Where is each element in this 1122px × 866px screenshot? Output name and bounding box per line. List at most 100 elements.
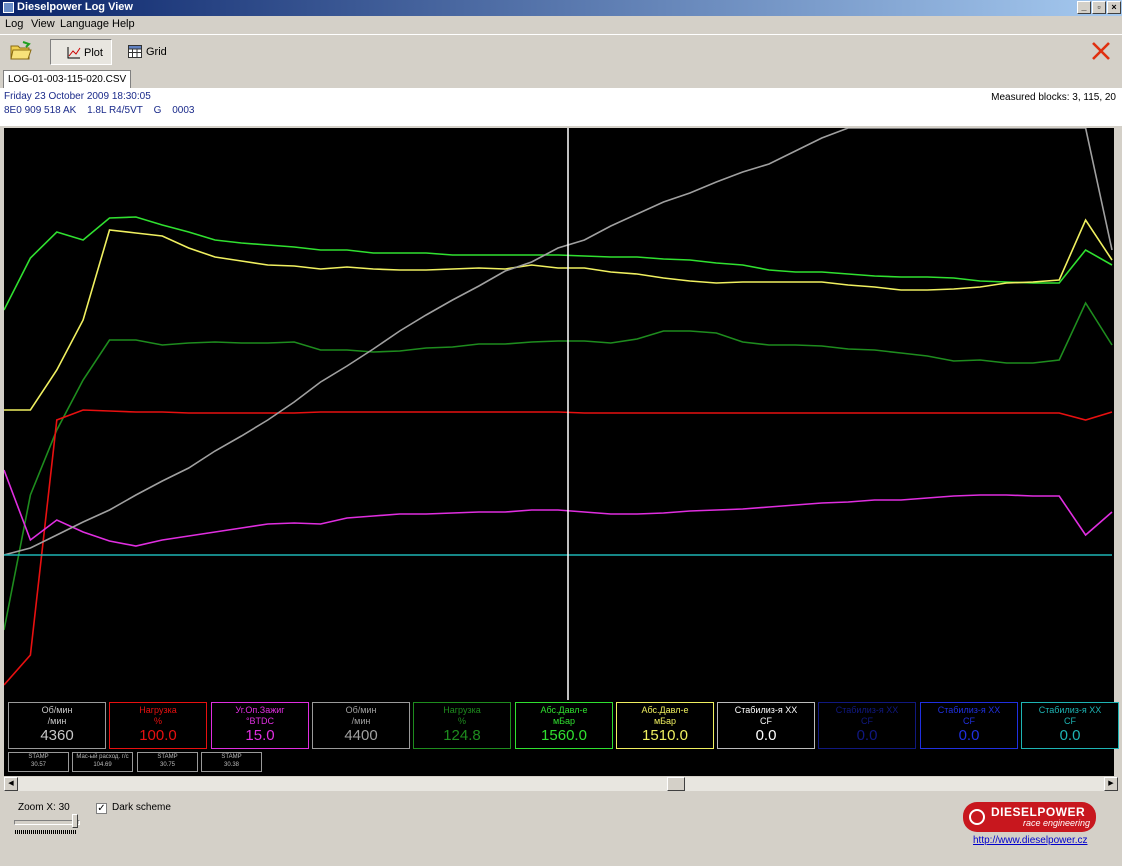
gauge-label: Об/мин xyxy=(41,705,73,715)
scroll-right-button[interactable]: ▶ xyxy=(1104,777,1118,791)
engine-type: 1.8L R4/5VT xyxy=(87,105,143,116)
gauge-idle-stab-3: Стабилиз-я XX CF 0.0 xyxy=(920,702,1018,749)
gauge-value: 0.0 xyxy=(856,727,878,744)
gauge-label: /мин xyxy=(47,716,67,726)
open-log-button[interactable] xyxy=(6,39,36,65)
scroll-thumb[interactable] xyxy=(667,777,685,791)
stamp-box: STAMP 30.75 xyxy=(137,752,198,772)
grid-button[interactable]: Grid xyxy=(122,39,172,65)
gauge-label: Абс.Давл-е xyxy=(641,705,689,715)
logo-title: DIESELPOWER xyxy=(991,805,1086,819)
series-line-4 xyxy=(3,469,1113,547)
gauge-idle-stab-4: Стабилиз-я XX CF 0.0 xyxy=(1021,702,1119,749)
plot-chart[interactable] xyxy=(3,127,1114,776)
close-log-icon[interactable] xyxy=(1090,40,1112,62)
gauge-label: Абс.Давл-е xyxy=(540,705,588,715)
logo-turbo-icon xyxy=(969,809,985,825)
maximize-button[interactable]: ▫ xyxy=(1092,1,1106,14)
stamp-box: Мас-ый расход. г/с 104.69 xyxy=(72,752,133,772)
close-window-button[interactable]: × xyxy=(1107,1,1121,14)
minimize-button[interactable]: _ xyxy=(1077,1,1091,14)
gauge-value: 100.0 xyxy=(139,727,177,744)
log-date: Friday 23 October 2009 18:30:05 xyxy=(4,91,151,102)
gauge-label: CF xyxy=(861,716,873,726)
stamp-label: STAMP xyxy=(28,754,49,760)
gauge-abs-pressure-2: Абс.Давл-е мБар 1510.0 xyxy=(616,702,714,749)
series-line-3 xyxy=(3,409,1113,686)
gauge-idle-stab-2: Стабилиз-я XX CF 0.0 xyxy=(818,702,916,749)
scroll-left-button[interactable]: ◀ xyxy=(4,777,18,791)
chart-icon xyxy=(67,47,81,59)
stamp-value: 104.69 xyxy=(93,762,112,768)
gauge-abs-pressure-1: Абс.Давл-е мБар 1560.0 xyxy=(515,702,613,749)
gauge-value: 1560.0 xyxy=(541,727,587,744)
gauge-label: Стабилиз-я XX xyxy=(835,705,899,715)
gauge-value: 15.0 xyxy=(245,727,275,744)
stamp-value: 30.57 xyxy=(30,762,46,768)
gauge-ignition: Уг.Оп.Зажиг °BTDC 15.0 xyxy=(211,702,309,749)
menu-view[interactable]: View xyxy=(31,18,55,30)
horizontal-scrollbar[interactable]: ◀ ▶ xyxy=(4,777,1118,791)
window-title: Dieselpower Log View xyxy=(17,1,133,13)
gauge-value: 0.0 xyxy=(1059,727,1081,744)
gauge-value: 1510.0 xyxy=(642,727,688,744)
gauge-label: Нагрузка xyxy=(139,705,177,715)
grid-icon xyxy=(128,45,142,58)
app-icon xyxy=(3,2,14,13)
menu-log[interactable]: Log xyxy=(5,18,23,30)
gauge-label: % xyxy=(153,716,162,726)
gauge-label: Уг.Оп.Зажиг xyxy=(235,705,285,715)
menu-help[interactable]: Help xyxy=(112,18,135,30)
zoom-slider-thumb[interactable] xyxy=(72,814,78,828)
stamp-value: 30.38 xyxy=(223,762,239,768)
gauge-load-1: Нагрузка% 100.0 xyxy=(109,702,207,749)
gauge-label: Стабилиз-я XX xyxy=(1038,705,1102,715)
stamp-label: Мас-ый расход. г/с xyxy=(76,754,129,760)
zoom-slider-track[interactable] xyxy=(14,820,80,825)
gauge-value: 0.0 xyxy=(958,727,980,744)
gauge-label: мБар xyxy=(552,716,576,726)
plot-area[interactable] xyxy=(3,127,1114,776)
gauge-label: CF xyxy=(760,716,772,726)
gauge-value: 4400 xyxy=(344,727,378,744)
measured-blocks: Measured blocks: 3, 115, 20 xyxy=(991,92,1116,103)
gauge-label: /мин xyxy=(351,716,371,726)
gauge-rpm-1: Об/мин/мин 4360 xyxy=(8,702,106,749)
menu-language[interactable]: Language xyxy=(60,18,109,30)
logo-subtitle: race engineering xyxy=(1023,818,1091,828)
plot-button-label: Plot xyxy=(84,47,103,59)
gauge-label: Стабилиз-я XX xyxy=(734,705,798,715)
ecu-code: 0003 xyxy=(172,105,195,116)
log-info-panel: Friday 23 October 2009 18:30:05 8E0 909 … xyxy=(0,88,1122,126)
stamp-value: 30.75 xyxy=(159,762,175,768)
gauge-value: 4360 xyxy=(40,727,74,744)
website-link[interactable]: http://www.dieselpower.cz xyxy=(973,835,1088,846)
gauge-label: Об/мин xyxy=(345,705,377,715)
gauge-value: 0.0 xyxy=(755,727,777,744)
tab-log-file[interactable]: LOG-01-003-115-020.CSV xyxy=(3,70,132,88)
title-bar: Dieselpower Log View _ ▫ × xyxy=(0,0,1122,16)
ecu-g: G xyxy=(153,105,162,116)
tab-bar: LOG-01-003-115-020.CSV xyxy=(0,70,1122,88)
bottom-panel: Zoom X: 30 ✓ Dark scheme DIESELPOWER rac… xyxy=(0,793,1122,866)
ecu-info: 8E0 909 518 AK 1.8L R4/5VT G 0003 xyxy=(4,105,202,116)
dark-scheme-label[interactable]: Dark scheme xyxy=(112,802,171,813)
folder-open-icon xyxy=(10,41,32,60)
gauge-label: °BTDC xyxy=(245,716,275,726)
menu-bar: Log View Language Help xyxy=(0,16,1122,33)
grid-button-label: Grid xyxy=(146,46,167,58)
zoom-slider-ticks xyxy=(15,830,77,834)
gauge-label: CF xyxy=(963,716,975,726)
gauge-label: % xyxy=(457,716,466,726)
plot-button[interactable]: Plot xyxy=(50,39,112,65)
series-line-2 xyxy=(3,301,1113,631)
gauge-load-2: Нагрузка% 124.8 xyxy=(413,702,511,749)
stamp-label: STAMP xyxy=(221,754,242,760)
series-line-0 xyxy=(3,216,1113,311)
stamp-box: STAMP 30.57 xyxy=(8,752,69,772)
ecu-part-number: 8E0 909 518 AK xyxy=(4,105,77,116)
stamp-box: STAMP 30.38 xyxy=(201,752,262,772)
dark-scheme-checkbox[interactable]: ✓ xyxy=(96,803,107,814)
dieselpower-logo: DIESELPOWER race engineering xyxy=(963,802,1096,832)
gauge-rpm-2: Об/мин/мин 4400 xyxy=(312,702,410,749)
